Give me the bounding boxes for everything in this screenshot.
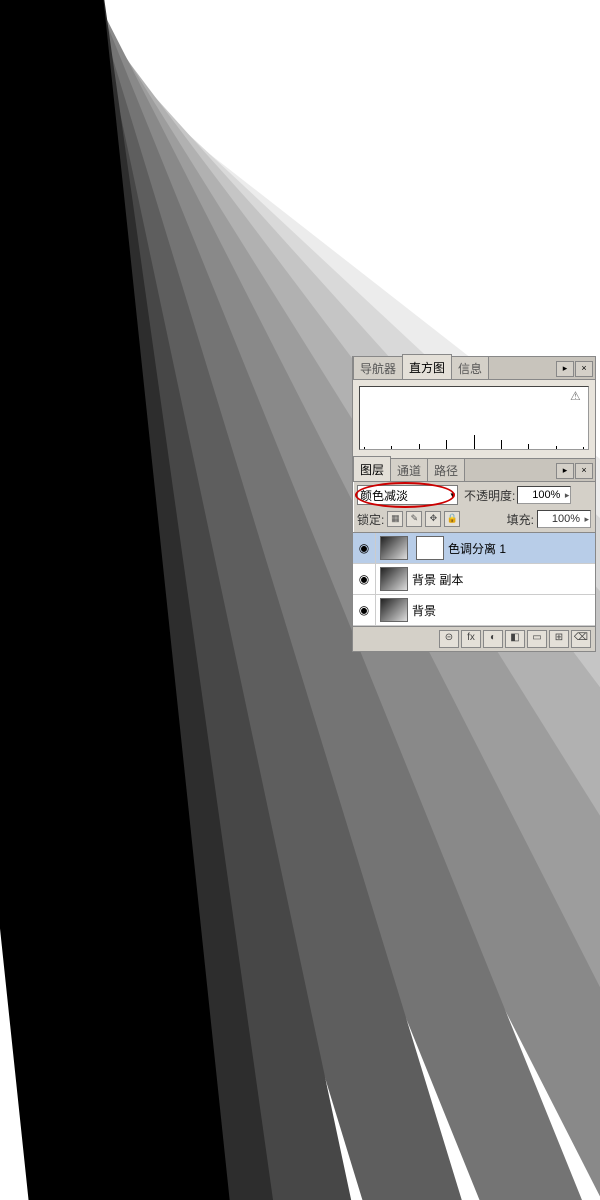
tab-通道[interactable]: 通道	[390, 458, 428, 481]
tab-路径[interactable]: 路径	[427, 458, 465, 481]
watermark-top: PS教程论坛 BBS.16XX8.COM	[497, 4, 592, 36]
layer-name[interactable]: 背景	[412, 602, 595, 619]
layer-name[interactable]: 背景 副本	[412, 571, 595, 588]
blend-opacity-row: 颜色减淡 ▾ 不透明度: 100%	[353, 482, 595, 508]
layer-row[interactable]: ◉ 色调分离 1	[353, 533, 595, 564]
layers-tabs: 图层通道路径 ▸ ×	[353, 458, 595, 482]
footer-button[interactable]: ⌫	[571, 630, 591, 648]
lock-position-icon[interactable]: ✥	[425, 511, 441, 527]
footer-button[interactable]: ▭	[527, 630, 547, 648]
histogram-range	[359, 450, 589, 452]
footer-button[interactable]: ◐	[483, 630, 503, 648]
warning-icon[interactable]: ⚠	[570, 389, 584, 403]
layer-name[interactable]: 色调分离 1	[448, 540, 595, 557]
histogram-tick	[364, 447, 365, 449]
fill-input[interactable]: 100%	[537, 510, 591, 528]
panel-close-icon[interactable]: ×	[575, 361, 593, 377]
watermark-line2: BBS.16XX8.COM	[497, 20, 592, 36]
visibility-eye-icon[interactable]: ◉	[353, 533, 376, 563]
histogram-tick	[501, 440, 502, 449]
lock-all-icon[interactable]: 🔒	[444, 511, 460, 527]
panels-container: 导航器直方图信息 ▸ × ⚠ 图层通道路径 ▸ × 颜色减淡 ▾ 不透明度: 1…	[352, 356, 596, 652]
lock-label: 锁定:	[357, 511, 384, 528]
visibility-eye-icon[interactable]: ◉	[353, 564, 376, 594]
tab-导航器[interactable]: 导航器	[353, 356, 403, 379]
panel-menu-icon[interactable]: ▸	[556, 463, 574, 479]
panel-menu-icon[interactable]: ▸	[556, 361, 574, 377]
histogram-tick	[528, 444, 529, 449]
blend-mode-value: 颜色减淡	[360, 487, 408, 504]
tab-信息[interactable]: 信息	[451, 356, 489, 379]
histogram-tick	[556, 446, 557, 449]
tab-图层[interactable]: 图层	[353, 456, 391, 481]
footer-button[interactable]: ⊞	[549, 630, 569, 648]
fill-label: 填充:	[507, 511, 534, 528]
opacity-label: 不透明度:	[464, 487, 515, 504]
histogram-tick	[391, 446, 392, 449]
panel-close-icon[interactable]: ×	[575, 463, 593, 479]
chevron-down-icon: ▾	[450, 490, 455, 501]
histogram-tabs: 导航器直方图信息 ▸ ×	[353, 357, 595, 380]
footer-button[interactable]: fx	[461, 630, 481, 648]
layers-footer: ⊝fx◐◧▭⊞⌫	[353, 627, 595, 651]
histogram-body: ⚠	[353, 380, 595, 458]
footer-button[interactable]: ⊝	[439, 630, 459, 648]
footer-button[interactable]: ◧	[505, 630, 525, 648]
lock-pixels-icon[interactable]: ✎	[406, 511, 422, 527]
layer-thumbnail[interactable]	[380, 536, 408, 560]
layer-thumbnail[interactable]	[380, 598, 408, 622]
histogram-tick	[419, 444, 420, 449]
layer-thumbnail[interactable]	[380, 567, 408, 591]
layer-row[interactable]: ◉ 背景 副本	[353, 564, 595, 595]
histogram-tick	[583, 447, 584, 449]
blend-mode-select[interactable]: 颜色减淡 ▾	[357, 485, 458, 505]
tab-直方图[interactable]: 直方图	[402, 354, 452, 379]
histogram-chart: ⚠	[359, 386, 589, 450]
layers-list: ◉色调分离 1◉背景 副本◉背景	[353, 532, 595, 627]
layer-mask-thumbnail[interactable]	[416, 536, 444, 560]
histogram-tick	[474, 435, 475, 449]
histogram-tick	[446, 440, 447, 449]
opacity-input[interactable]: 100%	[517, 486, 571, 504]
lock-transparent-icon[interactable]: ▦	[387, 511, 403, 527]
watermark-line1: PS教程论坛	[497, 4, 592, 20]
lock-fill-row: 锁定: ▦ ✎ ✥ 🔒 填充: 100%	[353, 508, 595, 532]
